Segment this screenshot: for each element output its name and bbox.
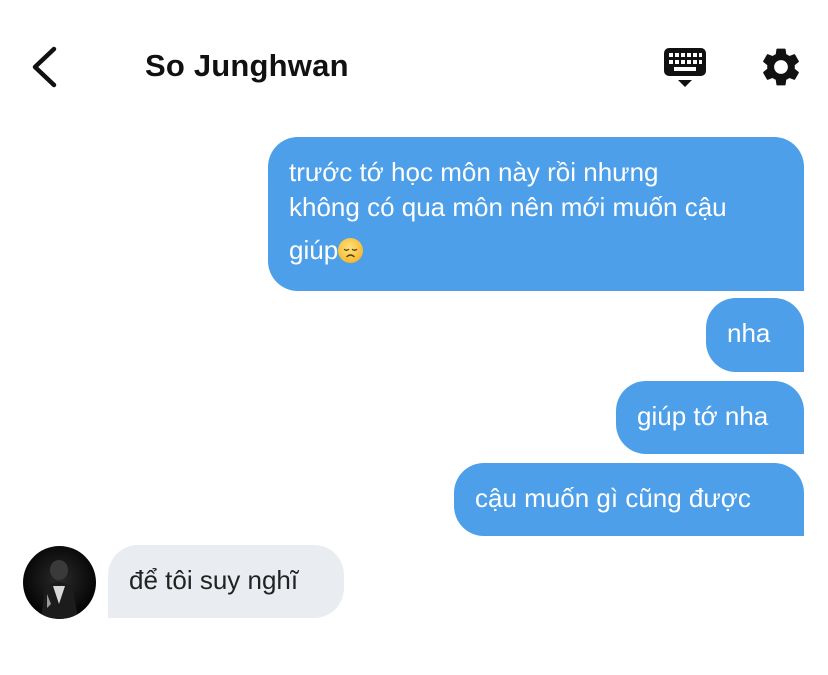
outgoing-message-4[interactable]: cậu muốn gì cũng được xyxy=(454,463,804,536)
outgoing-message-2[interactable]: nha xyxy=(706,298,804,372)
back-button[interactable] xyxy=(26,44,66,90)
person-silhouette-icon xyxy=(41,560,78,619)
keyboard-button[interactable] xyxy=(662,46,708,92)
message-line: giúp xyxy=(289,235,339,265)
message-text: giúp tớ nha xyxy=(637,401,769,431)
message-text: để tôi suy nghĩ xyxy=(129,565,299,595)
disappointed-face-emoji xyxy=(338,238,364,263)
message-line: không có qua môn nên mới muốn cậu xyxy=(289,192,727,222)
incoming-message-1[interactable]: để tôi suy nghĩ xyxy=(108,545,344,618)
message-text: cậu muốn gì cũng được xyxy=(475,483,751,513)
outgoing-message-3[interactable]: giúp tớ nha xyxy=(616,381,804,454)
contact-avatar[interactable] xyxy=(23,546,96,619)
contact-name: So Junghwan xyxy=(145,48,349,83)
message-line: trước tớ học môn này rồi nhưng xyxy=(289,157,659,187)
message-text: nha xyxy=(727,318,771,348)
outgoing-message-1[interactable]: trước tớ học môn này rồi nhưng không có … xyxy=(268,137,804,291)
chevron-left-icon xyxy=(32,46,57,88)
keyboard-icon xyxy=(664,48,706,87)
gear-icon xyxy=(763,48,799,86)
settings-button[interactable] xyxy=(758,44,804,90)
conversation-header: So Junghwan xyxy=(0,0,828,130)
